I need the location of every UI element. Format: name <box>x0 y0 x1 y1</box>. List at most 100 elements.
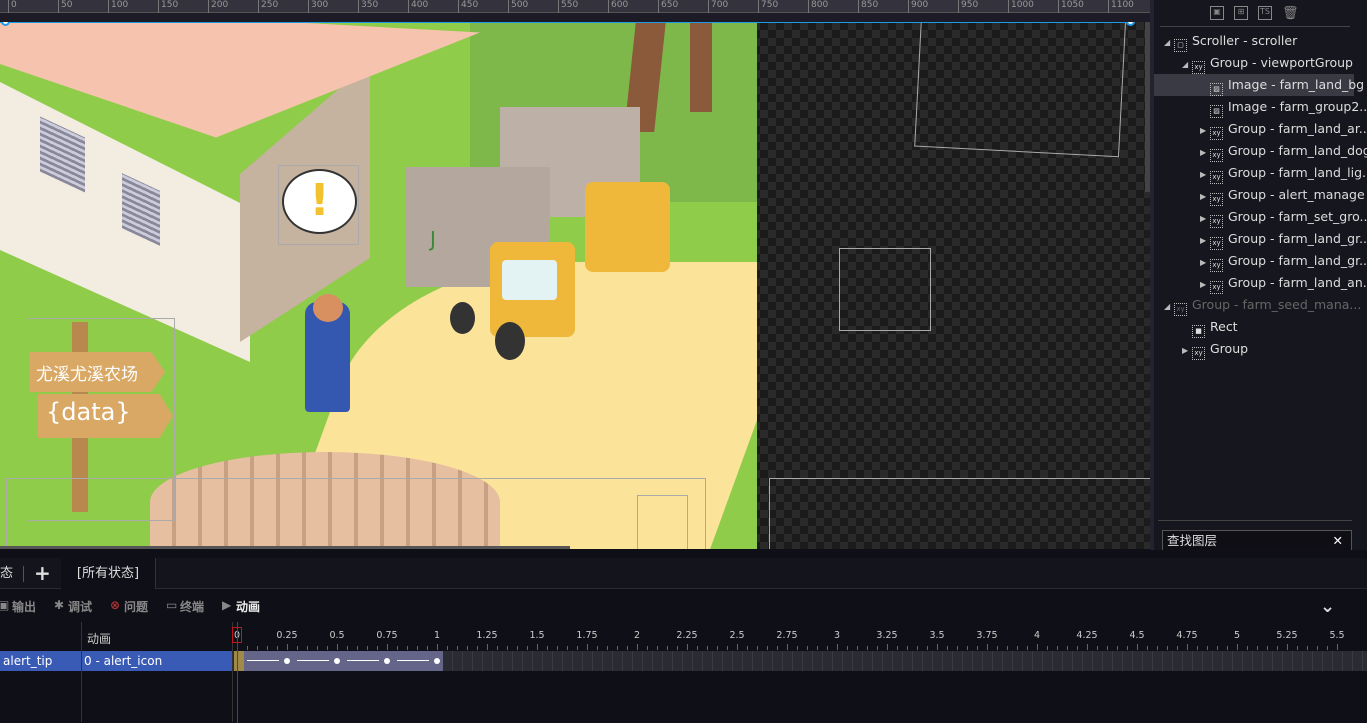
expanded-arrow-icon[interactable]: ◢ <box>1182 54 1192 76</box>
layer-item[interactable]: ▶ xy Group - farm_land_gr... <box>1154 228 1367 252</box>
collapse-panel-icon[interactable]: ⌄ <box>1320 596 1335 617</box>
layer-label: Image - farm_land_bg <box>1228 77 1365 92</box>
panel-tabs: ▣ 输出 ✱ 调试 ⊗ 问题 ▭ 终端 ▶ 动画 <box>0 596 1367 618</box>
layer-search-input[interactable]: 查找图层 ✕ <box>1162 530 1352 552</box>
state-tabs: 态 + [所有状态] <box>0 558 1367 589</box>
time-tick <box>367 646 368 650</box>
layer-item[interactable]: ▶ xy Group - farm_land_gr... <box>1154 250 1367 274</box>
resize-handle[interactable] <box>1126 22 1135 26</box>
time-tick <box>1167 646 1168 650</box>
row-target[interactable]: alert_tip <box>0 651 81 671</box>
time-tick <box>1177 646 1178 650</box>
animation-clip[interactable] <box>237 651 443 671</box>
ruler-label: 400 <box>408 0 428 13</box>
time-tick <box>627 646 628 650</box>
add-state-button[interactable]: + <box>34 558 51 589</box>
time-tick <box>497 646 498 650</box>
keyframe[interactable] <box>434 658 440 664</box>
fit-icon[interactable]: ▣ <box>1210 6 1224 20</box>
clip-start-handle[interactable] <box>234 651 244 671</box>
typescript-file-icon[interactable]: TS <box>1258 6 1272 20</box>
layer-label: Group - farm_land_lig... <box>1228 165 1367 180</box>
time-tick <box>1107 646 1108 650</box>
layer-item[interactable]: ▨ Image - farm_group2... <box>1154 96 1367 118</box>
time-tick <box>257 646 258 650</box>
time-tick <box>937 644 938 650</box>
divider <box>1158 520 1352 521</box>
time-tick <box>307 646 308 650</box>
keyframe[interactable] <box>334 658 340 664</box>
layer-item[interactable]: ▶ xy Group <box>1154 338 1354 360</box>
time-tick <box>1257 646 1258 650</box>
layer-item[interactable]: ▶ xy Group - farm_set_gro... <box>1154 206 1367 230</box>
layer-item[interactable]: ▶ xy Group - alert_manage <box>1154 184 1365 208</box>
layer-item[interactable]: ◢ xy Group - viewportGroup <box>1154 52 1354 74</box>
collapsed-arrow-icon[interactable]: ▶ <box>1200 186 1210 208</box>
timeline-row[interactable]: alert_tip 0 - alert_icon <box>0 651 1367 671</box>
time-tick <box>427 646 428 650</box>
animation-icon: ▶ <box>222 598 232 612</box>
time-tick <box>877 646 878 650</box>
keyframe[interactable] <box>384 658 390 664</box>
collapsed-arrow-icon[interactable]: ▶ <box>1200 164 1210 186</box>
collapsed-arrow-icon[interactable]: ▶ <box>1200 274 1210 296</box>
expanded-arrow-icon[interactable]: ◢ <box>1164 296 1174 318</box>
tween-arrow <box>397 660 429 661</box>
time-tick <box>337 644 338 650</box>
ruler-label: 800 <box>808 0 828 13</box>
keyframe[interactable] <box>284 658 290 664</box>
ruler-strip <box>0 13 1150 22</box>
time-tick <box>517 646 518 650</box>
time-tick <box>967 646 968 650</box>
time-tick <box>1067 646 1068 650</box>
collapsed-arrow-icon[interactable]: ▶ <box>1200 142 1210 164</box>
group-bounds <box>6 478 706 549</box>
playhead[interactable] <box>237 622 238 723</box>
canvas-hscrollbar[interactable] <box>0 546 570 549</box>
panel-tab-label: 终端 <box>180 600 205 614</box>
time-tick-label: 3.5 <box>929 630 945 641</box>
collapsed-arrow-icon[interactable]: ▶ <box>1200 208 1210 230</box>
ruler-label: 150 <box>158 0 178 13</box>
tab-all-states[interactable]: [所有状态] <box>61 558 156 589</box>
layer-item[interactable]: ◢ xy Group - farm_seed_mana... <box>1154 294 1361 318</box>
clear-search-icon[interactable]: ✕ <box>1333 531 1343 551</box>
panel-tab[interactable]: ✱ 调试 <box>54 598 92 615</box>
panel-tab[interactable]: ▶ 动画 <box>222 598 260 615</box>
layer-item[interactable]: ▶ xy Group - farm_land_dog <box>1154 140 1367 164</box>
layer-item[interactable]: ■ Rect <box>1154 316 1354 338</box>
panel-tab[interactable]: ⊗ 问题 <box>110 598 148 615</box>
ruler-label: 900 <box>908 0 928 13</box>
collapsed-arrow-icon[interactable]: ▶ <box>1200 252 1210 274</box>
state-tab[interactable]: 态 <box>0 558 13 589</box>
layer-item[interactable]: ▶ xy Group - farm_land_an... <box>1154 272 1367 296</box>
collapsed-arrow-icon[interactable]: ▶ <box>1200 230 1210 252</box>
time-tick <box>947 646 948 650</box>
time-tick <box>757 646 758 650</box>
panel-tab[interactable]: ▭ 终端 <box>166 598 205 615</box>
collapsed-arrow-icon[interactable]: ▶ <box>1200 120 1210 142</box>
time-tick <box>687 644 688 650</box>
time-tick <box>1187 644 1188 650</box>
trash-icon[interactable]: 🗑 <box>1282 6 1299 21</box>
panel-tab[interactable]: ▣ 输出 <box>0 598 36 615</box>
bottom-panel: 态 + [所有状态] ▣输出✱调试⊗问题▭终端▶动画 ⌄ 动画 00.250.5… <box>0 550 1367 723</box>
truck-window <box>502 260 557 300</box>
time-tick <box>917 646 918 650</box>
truck-logo: J <box>430 227 436 251</box>
time-tick <box>1137 644 1138 650</box>
align-icon[interactable]: ⊞ <box>1234 6 1248 20</box>
row-animation[interactable]: 0 - alert_icon <box>82 651 232 671</box>
ruler-label: 600 <box>608 0 628 13</box>
group-layer-icon: xy <box>1210 259 1223 272</box>
layer-item[interactable]: ◢ ▢ Scroller - scroller <box>1154 30 1354 52</box>
horizontal-ruler[interactable]: 0 50 100 150 200 250 300 350 400 450 500 550 600 650 7… <box>0 0 1150 13</box>
layer-item[interactable]: ▶ xy Group - farm_land_ar... <box>1154 118 1367 142</box>
expanded-arrow-icon[interactable]: ◢ <box>1164 32 1174 54</box>
collapsed-arrow-icon[interactable]: ▶ <box>1182 340 1192 362</box>
tween-arrow <box>297 660 329 661</box>
design-canvas[interactable]: J ! 尤溪尤溪农场 {data} <box>0 22 1150 549</box>
layer-item[interactable]: ▨ Image - farm_land_bg <box>1154 74 1364 96</box>
alert-icon-bounds <box>278 165 359 245</box>
layer-item[interactable]: ▶ xy Group - farm_land_lig... <box>1154 162 1367 186</box>
